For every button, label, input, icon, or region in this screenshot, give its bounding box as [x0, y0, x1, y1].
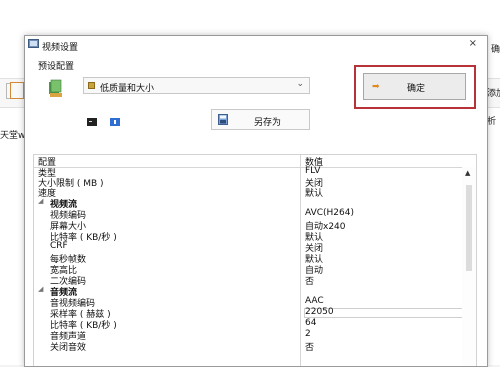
table-row[interactable]: 每秒帧数 默认	[34, 253, 464, 265]
table-category-row[interactable]: ◢ 音频流	[34, 285, 464, 298]
preset-quality-icon	[88, 82, 95, 89]
row-value: AAC	[305, 296, 324, 306]
settings-table: 配置 数值 类型 FLV 大小限制 ( MB ) 关闭 速度 默认 ◢ 视频流 …	[33, 154, 477, 366]
save-as-button[interactable]: 另存为	[211, 109, 310, 130]
table-row[interactable]: 音视频编码 AAC	[34, 296, 464, 309]
video-settings-dialog: 视频设置 × 预设配置 低质量和大小 ⌄ ➡ 确定 另存为 配置 数值 类型 F…	[24, 35, 488, 367]
row-value: 64	[305, 318, 317, 328]
table-row[interactable]: 采样率 ( 赫兹 ) 22050	[34, 307, 464, 320]
background-right-mid-text[interactable]: 添加	[487, 86, 500, 99]
close-icon[interactable]: ×	[469, 38, 477, 49]
table-category-row[interactable]: ◢ 视频流	[34, 197, 464, 210]
video-settings-icon	[28, 39, 39, 48]
scroll-thumb[interactable]	[466, 185, 472, 271]
table-row[interactable]: 屏幕大小 自动x240	[34, 220, 464, 232]
row-value: 否	[305, 343, 315, 353]
arrow-right-icon: ➡	[372, 82, 380, 92]
table-row[interactable]: 比特率 ( KB/秒 ) 64	[34, 318, 464, 331]
save-as-label: 另存为	[254, 118, 282, 128]
save-icon	[218, 114, 228, 125]
table-row[interactable]: 视频编码 AVC(H264)	[34, 208, 464, 221]
table-row[interactable]: 大小限制 ( MB ) 关闭	[34, 177, 464, 189]
preset-select-value: 低质量和大小	[100, 84, 155, 94]
confirm-button[interactable]: ➡ 确定	[363, 73, 466, 100]
table-row[interactable]: 宽高比 自动	[34, 264, 464, 276]
preset-select[interactable]: 低质量和大小 ⌄	[83, 77, 310, 94]
row-value: AVC(H264)	[305, 208, 354, 218]
table-scrollbar[interactable]: ▲	[462, 167, 476, 366]
format-factory-icon	[49, 79, 62, 97]
row-value: FLV	[305, 166, 321, 176]
row-value: 22050	[305, 307, 334, 317]
expander-icon[interactable]: ◢	[38, 285, 43, 293]
terminal-icon[interactable]	[87, 118, 97, 126]
preset-section-label: 预设配置	[38, 62, 75, 72]
confirm-button-label: 确定	[407, 84, 426, 94]
expander-icon[interactable]: ◢	[38, 197, 43, 205]
table-row[interactable]: 速度 默认	[34, 187, 464, 199]
table-row[interactable]: 二次编码 否	[34, 275, 464, 287]
table-row[interactable]: CRF 关闭	[34, 241, 464, 254]
table-row[interactable]: 比特率 ( KB/秒 ) 默认	[34, 231, 464, 243]
row-key: 关闭音效	[50, 343, 87, 353]
dialog-title: 视频设置	[42, 43, 79, 53]
table-row[interactable]: 音频声道 2	[34, 329, 464, 342]
background-right-top-text: 确	[491, 45, 500, 55]
scroll-up-icon[interactable]: ▲	[465, 169, 470, 177]
chevron-down-icon: ⌄	[296, 79, 304, 89]
row-key: CRF	[50, 241, 68, 251]
help-icon[interactable]	[110, 118, 120, 126]
row-value: 2	[305, 329, 311, 339]
background-left-text: 天堂w	[0, 131, 26, 141]
background-orange-button[interactable]	[10, 82, 24, 99]
table-row[interactable]: 关闭音效 否	[34, 341, 464, 353]
background-right-low-text: 析	[487, 117, 497, 127]
